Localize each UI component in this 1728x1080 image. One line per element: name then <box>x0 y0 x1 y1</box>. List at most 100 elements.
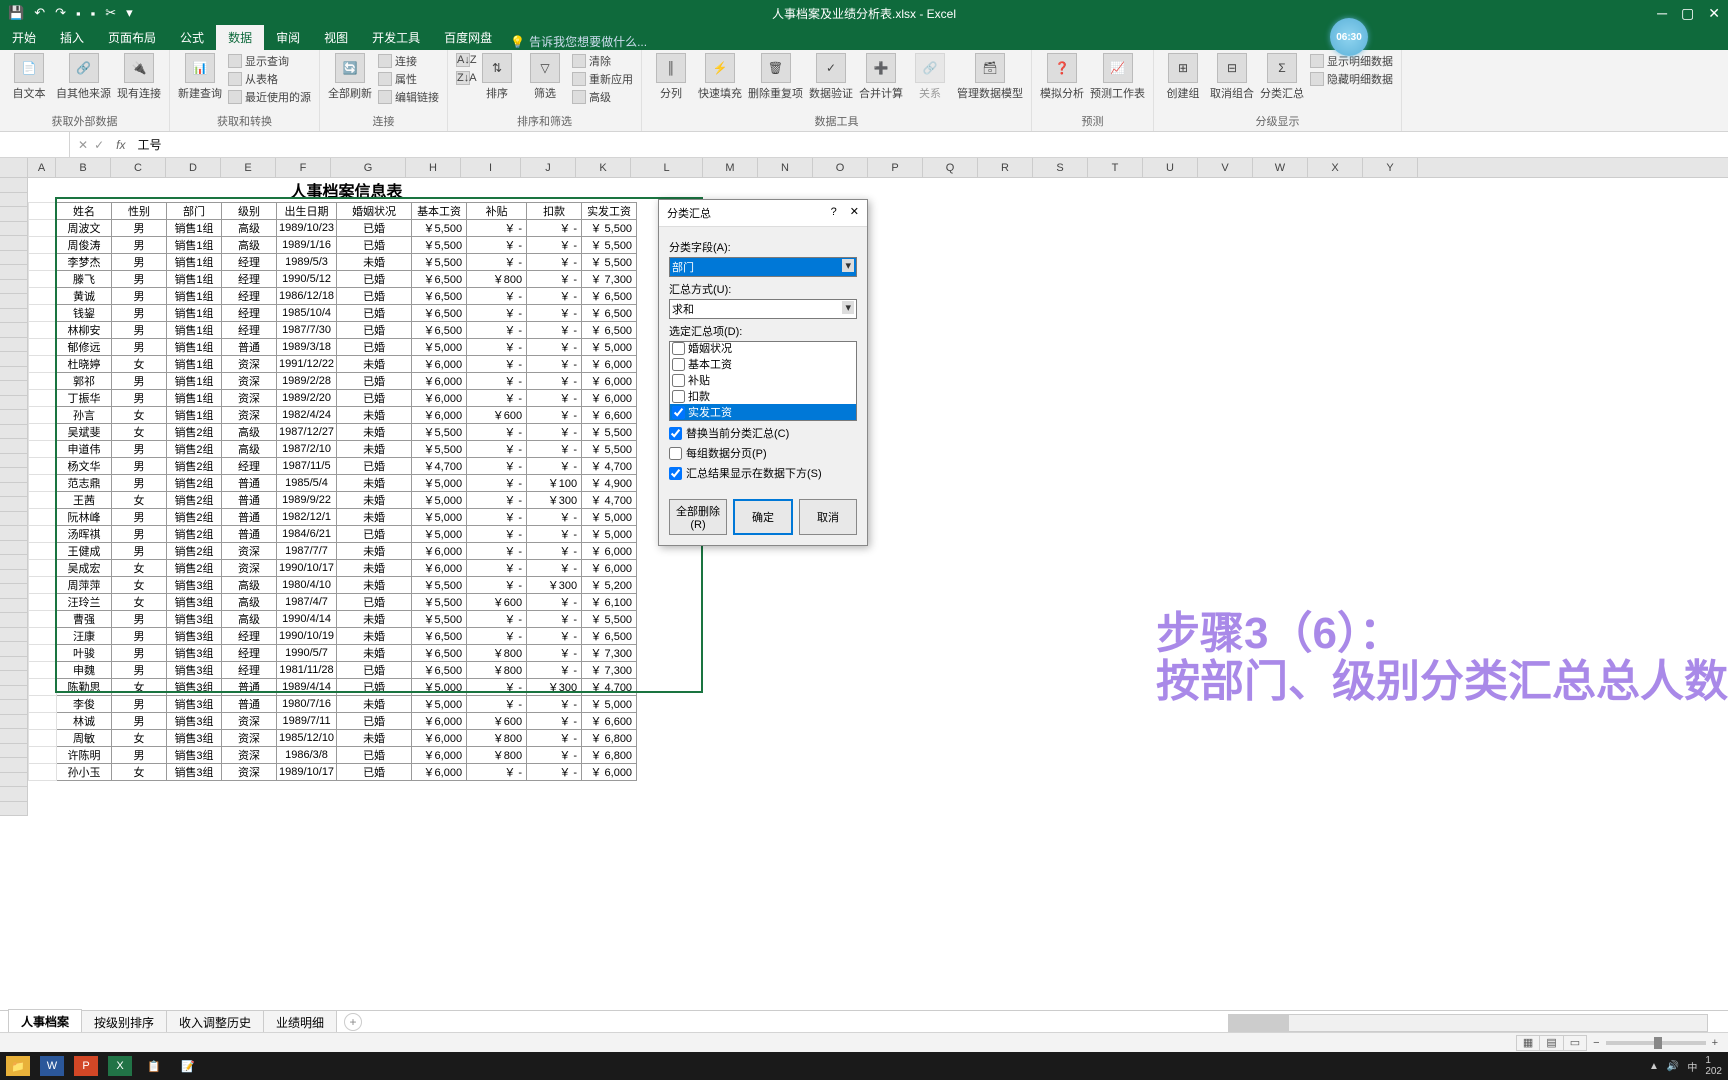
btn-connections[interactable]: 连接 <box>378 53 439 69</box>
undo-icon[interactable]: ↶ <box>34 5 45 21</box>
row-header[interactable] <box>0 280 28 295</box>
chk-replace[interactable]: 替换当前分类汇总(C) <box>669 425 857 441</box>
dialog-titlebar[interactable]: 分类汇总 ? ✕ <box>659 200 867 227</box>
row-header[interactable] <box>0 715 28 730</box>
excel-icon[interactable]: X <box>108 1056 132 1076</box>
cut-icon[interactable]: ✂ <box>105 5 116 21</box>
chk-pagebreak[interactable]: 每组数据分页(P) <box>669 445 857 461</box>
row-header[interactable] <box>0 642 28 657</box>
row-header[interactable] <box>0 178 28 193</box>
cells-area[interactable]: 人事档案信息表姓名性别部门级别出生日期婚姻状况基本工资补贴扣款实发工资周波文男销… <box>28 178 637 816</box>
word-icon[interactable]: W <box>40 1056 64 1076</box>
ok-button[interactable]: 确定 <box>733 499 793 535</box>
btn-ungroup[interactable]: ⊟取消组合 <box>1210 53 1254 101</box>
restore-icon[interactable]: ▢ <box>1681 5 1694 22</box>
btn-reapply[interactable]: 重新应用 <box>572 71 633 87</box>
btn-relationships[interactable]: 🔗关系 <box>909 53 951 101</box>
row-header[interactable] <box>0 367 28 382</box>
btn-flash-fill[interactable]: ⚡快速填充 <box>698 53 742 101</box>
table-row[interactable]: 叶骏男销售3组经理1990/5/7未婚￥6,500￥800￥ -￥ 7,300 <box>29 645 637 662</box>
fx-icon[interactable]: fx <box>112 138 129 152</box>
row-header[interactable] <box>0 381 28 396</box>
column-header[interactable]: P <box>868 158 923 177</box>
column-header[interactable]: V <box>1198 158 1253 177</box>
row-header[interactable] <box>0 454 28 469</box>
row-header[interactable] <box>0 309 28 324</box>
close-icon[interactable]: ✕ <box>1708 5 1720 22</box>
qat-icon[interactable]: ▪ <box>76 6 81 21</box>
table-row[interactable]: 王茜女销售2组普通1989/9/22未婚￥5,000￥ -￥300￥ 4,700 <box>29 492 637 509</box>
column-header[interactable]: F <box>276 158 331 177</box>
tab-formulas[interactable]: 公式 <box>168 25 216 50</box>
table-row[interactable]: 李梦杰男销售1组经理1989/5/3未婚￥5,500￥ -￥ -￥ 5,500 <box>29 254 637 271</box>
add-sheet-button[interactable]: + <box>344 1013 362 1031</box>
table-row[interactable]: 范志鼎男销售2组普通1985/5/4未婚￥5,000￥ -￥100￥ 4,900 <box>29 475 637 492</box>
tab-view[interactable]: 视图 <box>312 25 360 50</box>
row-header[interactable] <box>0 758 28 773</box>
btn-show-queries[interactable]: 显示查询 <box>228 53 311 69</box>
tell-me[interactable]: 💡 告诉我您想要做什么... <box>510 33 647 50</box>
btn-sort-asc[interactable]: A↓Z <box>456 53 470 67</box>
table-row[interactable]: 滕飞男销售1组经理1990/5/12已婚￥6,500￥800￥ -￥ 7,300 <box>29 271 637 288</box>
table-row[interactable]: 申道伟男销售2组高级1987/2/10未婚￥5,500￥ -￥ -￥ 5,500 <box>29 441 637 458</box>
tab-review[interactable]: 审阅 <box>264 25 312 50</box>
formula-input[interactable]: 工号 <box>129 136 1728 153</box>
row-header[interactable] <box>0 744 28 759</box>
column-header[interactable]: G <box>331 158 406 177</box>
table-row[interactable]: 吴成宏女销售2组资深1990/10/17未婚￥6,000￥ -￥ -￥ 6,00… <box>29 560 637 577</box>
help-icon[interactable]: ? <box>831 206 837 218</box>
row-header[interactable] <box>0 526 28 541</box>
btn-from-table[interactable]: 从表格 <box>228 71 311 87</box>
row-header[interactable] <box>0 628 28 643</box>
sheet-tab[interactable]: 人事档案 <box>8 1009 82 1035</box>
column-header[interactable]: I <box>461 158 521 177</box>
row-header[interactable] <box>0 338 28 353</box>
row-header[interactable] <box>0 265 28 280</box>
row-header[interactable] <box>0 584 28 599</box>
zoom-out-icon[interactable]: − <box>1593 1037 1599 1049</box>
column-header[interactable]: N <box>758 158 813 177</box>
row-header[interactable] <box>0 729 28 744</box>
column-header-cell[interactable]: 实发工资 <box>582 203 637 220</box>
chk-belowdata[interactable]: 汇总结果显示在数据下方(S) <box>669 465 857 481</box>
table-row[interactable]: 汪玲兰女销售3组高级1987/4/7已婚￥5,500￥600￥ -￥ 6,100 <box>29 594 637 611</box>
column-header-cell[interactable]: 部门 <box>167 203 222 220</box>
tray-icon[interactable]: ▲ <box>1649 1061 1659 1072</box>
column-header[interactable]: S <box>1033 158 1088 177</box>
table-row[interactable]: 杨文华男销售2组经理1987/11/5已婚￥4,700￥ -￥ -￥ 4,700 <box>29 458 637 475</box>
table-row[interactable]: 申魏男销售3组经理1981/11/28已婚￥6,500￥800￥ -￥ 7,30… <box>29 662 637 679</box>
btn-data-model[interactable]: 🗃管理数据模型 <box>957 53 1023 101</box>
column-header[interactable]: W <box>1253 158 1308 177</box>
table-row[interactable]: 林柳安男销售1组经理1987/7/30已婚￥6,500￥ -￥ -￥ 6,500 <box>29 322 637 339</box>
zoom-in-icon[interactable]: + <box>1712 1037 1718 1049</box>
row-header[interactable] <box>0 787 28 802</box>
qat-icon[interactable]: ▪ <box>91 6 96 21</box>
table-row[interactable]: 阮林峰男销售2组普通1982/12/1未婚￥5,000￥ -￥ -￥ 5,000 <box>29 509 637 526</box>
row-header[interactable] <box>0 700 28 715</box>
table-row[interactable]: 吴斌斐女销售2组高级1987/12/27未婚￥5,500￥ -￥ -￥ 5,50… <box>29 424 637 441</box>
table-row[interactable]: 汪康男销售3组经理1990/10/19未婚￥6,500￥ -￥ -￥ 6,500 <box>29 628 637 645</box>
row-header[interactable] <box>0 541 28 556</box>
tab-baidu[interactable]: 百度网盘 <box>432 25 504 50</box>
powerpoint-icon[interactable]: P <box>74 1056 98 1076</box>
btn-text-to-columns[interactable]: ║分列 <box>650 53 692 101</box>
btn-properties[interactable]: 属性 <box>378 71 439 87</box>
minimize-icon[interactable]: ─ <box>1657 5 1667 22</box>
column-header-cell[interactable]: 扣款 <box>527 203 582 220</box>
tab-data[interactable]: 数据 <box>216 25 264 50</box>
btn-consolidate[interactable]: ➕合并计算 <box>859 53 903 101</box>
table-row[interactable]: 钱鋆男销售1组经理1985/10/4已婚￥6,500￥ -￥ -￥ 6,500 <box>29 305 637 322</box>
sheet-tab[interactable]: 业绩明细 <box>263 1010 337 1034</box>
column-header[interactable]: B <box>56 158 111 177</box>
btn-existing-conn[interactable]: 🔌现有连接 <box>117 53 161 101</box>
column-header[interactable]: E <box>221 158 276 177</box>
cancel-button[interactable]: 取消 <box>799 499 857 535</box>
column-header[interactable]: H <box>406 158 461 177</box>
btn-new-query[interactable]: 📊新建查询 <box>178 53 222 101</box>
column-header[interactable]: C <box>111 158 166 177</box>
column-header-cell[interactable]: 级别 <box>222 203 277 220</box>
row-header[interactable] <box>0 236 28 251</box>
row-header[interactable] <box>0 396 28 411</box>
row-header[interactable] <box>0 251 28 266</box>
table-row[interactable]: 陈勤思女销售3组普通1989/4/14已婚￥5,000￥ -￥300￥ 4,70… <box>29 679 637 696</box>
